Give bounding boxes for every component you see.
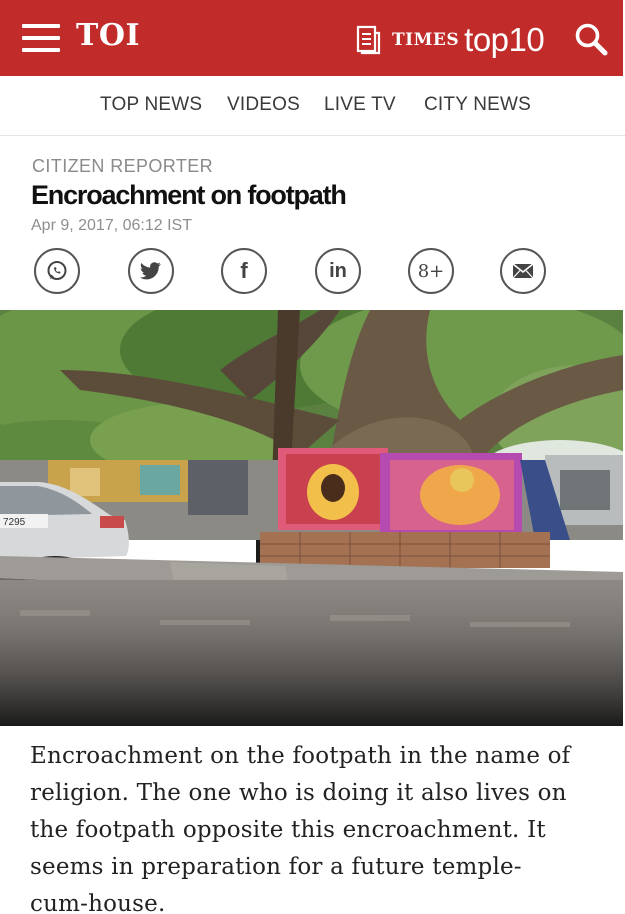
document-icon <box>356 25 381 55</box>
article-dateline: Apr 9, 2017, 06:12 IST <box>31 217 192 234</box>
article-headline: Encroachment on footpath <box>31 180 347 210</box>
article-body-line: religion. The one who is doing it also l… <box>30 780 567 806</box>
linkedin-share-button[interactable]: in <box>315 248 361 294</box>
article-body-line: the footpath opposite this encroachment.… <box>30 817 546 843</box>
top10-label: top10 <box>464 21 545 58</box>
google-plus-share-button[interactable]: 8+ <box>408 248 454 294</box>
toi-logo[interactable]: TOI <box>76 18 140 53</box>
menu-icon[interactable] <box>22 24 60 52</box>
article-body: Encroachment on the footpath in the name… <box>30 738 600 914</box>
nav-videos[interactable]: VIDEOS <box>227 94 300 116</box>
email-share-button[interactable] <box>500 248 546 294</box>
nav-city-news[interactable]: CITY NEWS <box>424 94 531 116</box>
whatsapp-share-button[interactable] <box>34 248 80 294</box>
nav-live-tv[interactable]: LIVE TV <box>324 94 396 116</box>
facebook-share-button[interactable]: f <box>221 248 267 294</box>
article-body-line: seems in preparation for a future temple… <box>30 854 522 880</box>
google-plus-icon: 8+ <box>417 260 445 282</box>
article-page: TOI TIMES top10 TOP NEWS VIDEOS LIVE TV … <box>0 0 625 914</box>
twitter-share-button[interactable] <box>128 248 174 294</box>
times-label: TIMES <box>392 30 460 50</box>
section-nav: TOP NEWS VIDEOS LIVE TV CITY NEWS <box>0 76 625 136</box>
facebook-icon: f <box>240 258 248 283</box>
times-top10-link[interactable]: TIMES top10 <box>356 20 545 60</box>
top-header-bar: TOI TIMES top10 <box>0 0 625 76</box>
article-body-line: Encroachment on the footpath in the name… <box>30 743 571 769</box>
article-category[interactable]: CITIZEN REPORTER <box>32 156 213 177</box>
search-icon[interactable] <box>574 22 608 56</box>
twitter-icon <box>139 262 161 280</box>
linkedin-icon: in <box>329 259 347 282</box>
nav-top-news[interactable]: TOP NEWS <box>100 94 202 116</box>
article-body-line: cum-house. <box>30 891 166 914</box>
email-icon <box>512 263 534 279</box>
license-plate: 7295 <box>3 517 26 528</box>
whatsapp-icon <box>47 261 67 280</box>
article-photo[interactable]: 7295 <box>0 310 623 726</box>
